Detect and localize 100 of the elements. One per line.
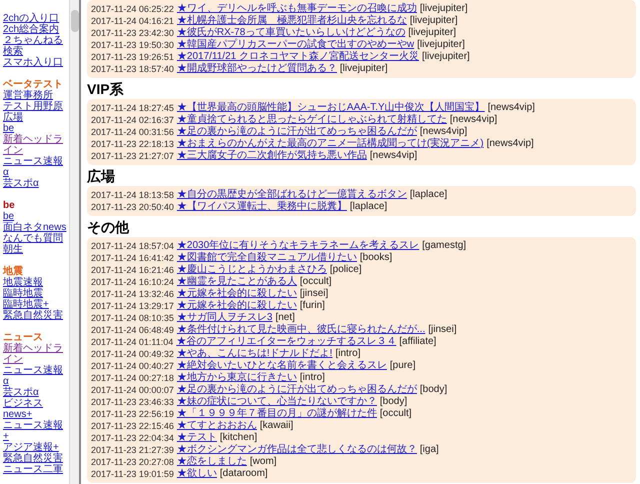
thread-link[interactable]: ★元嫁を社会的に殺したい: [176, 288, 297, 300]
sidebar-link[interactable]: 芸スポα: [3, 178, 68, 189]
board-name: [occult]: [380, 408, 412, 420]
thread-link[interactable]: ★ボクシングマンガ作品は全て悲しくなるのは何故？: [176, 444, 417, 456]
board-name: [laplace]: [410, 189, 448, 201]
sidebar-link[interactable]: 緊急自然災害: [3, 453, 68, 464]
sidebar-link[interactable]: なんでも質問: [3, 233, 68, 244]
thread-link[interactable]: ★テスト: [176, 432, 217, 444]
section-heading: VIP系: [87, 81, 125, 97]
thread-link[interactable]: ★妹の症状について、心当たりないですか？: [176, 396, 377, 408]
sidebar-link[interactable]: 2ch総合案内: [3, 24, 68, 35]
board-name: [iga]: [420, 444, 439, 456]
timestamp: 2017-11-24 00:40:27: [91, 360, 174, 372]
thread-link[interactable]: ★2017/11/21 クロネコヤマト森ノ宮配送センター火災: [176, 51, 419, 63]
thread-link[interactable]: ★幽霊を見たことがある人: [176, 276, 297, 288]
thread-link[interactable]: ★自分の黒歴史が全部ばれるけど一億貰えるボタン: [176, 189, 407, 201]
sidebar-link[interactable]: 臨時地震+: [3, 299, 68, 310]
timestamp: 2017-11-24 16:10:24: [91, 276, 174, 288]
timestamp: 2017-11-23 23:46:33: [91, 396, 174, 408]
thread-link[interactable]: ★【ワイパス運転士、乗務中に脱糞】: [176, 201, 347, 213]
timestamp: 2017-11-23 21:27:39: [91, 444, 174, 456]
sidebar-link[interactable]: 芸スポα: [3, 387, 68, 398]
board-name: [dataroom]: [220, 468, 268, 480]
sidebar-link[interactable]: ビジネスnews+: [3, 398, 68, 420]
sidebar-link[interactable]: ニュース速報α: [3, 156, 68, 178]
thread-link[interactable]: ★てすとおおおん: [176, 420, 257, 432]
thread-link[interactable]: ★足の裏から滝のように汗が出てめっちゃ困るんだが: [176, 384, 417, 396]
thread-link[interactable]: ★札幌弁護士会所属 極悪犯罪者杉山央を忘れるな: [176, 15, 407, 27]
scrollbar-thumb[interactable]: [70, 10, 78, 32]
sidebar-link[interactable]: be: [3, 123, 68, 134]
board-name: [kawaii]: [260, 420, 294, 432]
sidebar-link[interactable]: 朝生: [3, 244, 68, 255]
sidebar-link[interactable]: ニュース速報+: [3, 420, 68, 442]
timestamp: 2017-11-23 19:26:51: [91, 51, 174, 63]
board-name: [news4vip]: [450, 114, 498, 126]
sidebar-link[interactable]: 新着ヘッドライン: [3, 343, 68, 365]
sidebar-link[interactable]: be: [3, 211, 68, 222]
board-name: [affiliate]: [399, 336, 436, 348]
board-name: [livejupiter]: [410, 15, 458, 27]
board-name: [livejupiter]: [422, 51, 470, 63]
thread-link[interactable]: ★図書館で完全自殺マニュアル借りたい: [176, 252, 357, 264]
thread-link[interactable]: ★恋をしました: [176, 456, 247, 468]
sidebar-link[interactable]: テスト用野原: [3, 101, 68, 112]
timestamp: 2017-11-23 20:27:08: [91, 456, 174, 468]
sidebar-link[interactable]: 2chの入り口: [3, 13, 68, 24]
thread-link[interactable]: ★足の裏から滝のように汗が出てめっちゃ困るんだが: [176, 126, 417, 138]
thread-link[interactable]: ★欲しい: [176, 468, 217, 480]
thread-link[interactable]: ★2030年位に有りそうなキラキラネームを考えるスレ: [176, 240, 420, 252]
thread-link[interactable]: ★元嫁を社会的に殺したい: [176, 300, 297, 312]
thread-link[interactable]: ★彼氏がRX-78って車買いたいらしいけどどうなの: [176, 27, 406, 39]
timestamp: 2017-11-24 16:21:46: [91, 264, 174, 276]
sidebar-link[interactable]: アジア速報+: [3, 442, 68, 453]
sidebar-link[interactable]: 広場: [3, 112, 68, 123]
sidebar-link[interactable]: 新着ヘッドライン: [3, 134, 68, 156]
sidebar-link[interactable]: 運営事務所: [3, 90, 68, 101]
thread-link[interactable]: ★絶対会いたいひとな名前を書くと会えるスレ: [176, 360, 387, 372]
board-name: [furin]: [300, 300, 325, 312]
thread-link[interactable]: ★「１９９９年７番目の月」の謎が解けた件: [176, 408, 377, 420]
thread-link[interactable]: ★サガ同人ヲチスレ3: [176, 312, 272, 324]
timestamp: 2017-11-24 06:25:22: [91, 3, 174, 15]
thread-link[interactable]: ★谷のアフィリエイターをウォッチするスレ３４: [176, 336, 396, 348]
sidebar-link[interactable]: 地震速報: [3, 277, 68, 288]
board-name: [wom]: [250, 456, 277, 468]
thread-link[interactable]: ★開成野球部やったけど質問ある？: [176, 63, 337, 75]
thread-link[interactable]: ★おまえらのかんがえた最高のアニメ一話構成聞ってけ(実況アニメ): [176, 138, 484, 150]
board-name: [intro]: [335, 348, 360, 360]
timestamp: 2017-11-24 06:48:49: [91, 324, 174, 336]
board-name: [jinsei]: [428, 324, 457, 336]
thread-link[interactable]: ★【世界最高の頭脳性能】シューおじAAA-T.Y山中俊次【人間国宝】: [176, 102, 485, 114]
timestamp: 2017-11-23 20:50:40: [91, 201, 174, 213]
thread-link[interactable]: ★三大腐女子の二次創作が気持ち悪い作品: [176, 150, 367, 162]
thread-link[interactable]: ★条件付けられて見た映画中、彼氏に寝られたんだが...: [176, 324, 426, 336]
thread-link[interactable]: ★童貞捨てられると思ったらゲイにしゃぶられて射精してた: [176, 114, 447, 126]
sidebar-heading: ベータテスト: [3, 79, 64, 90]
thread-link[interactable]: ★韓国産パプリカスーパーの試食で出すのやめーやw: [176, 39, 414, 51]
section-heading: その他: [87, 219, 130, 235]
board-name: [pure]: [390, 360, 416, 372]
timestamp: 2017-11-24 18:13:58: [91, 189, 174, 201]
thread-link[interactable]: ★ワイ、デリヘルを呼ぶも無事デーモンの召喚に成功: [176, 3, 417, 15]
sidebar-link[interactable]: 臨時地震: [3, 288, 68, 299]
timestamp: 2017-11-24 18:27:45: [91, 102, 174, 114]
sidebar-link[interactable]: 面白ネタnews: [3, 222, 68, 233]
sidebar-link[interactable]: ニュース速報α: [3, 365, 68, 387]
timestamp: 2017-11-24 04:16:21: [91, 15, 174, 27]
thread-link[interactable]: ★地方から東京に行きたい: [176, 372, 297, 384]
sidebar-link[interactable]: スマホ入り口: [3, 57, 68, 68]
board-name: [jinsei]: [300, 288, 328, 300]
timestamp: 2017-11-23 22:15:46: [91, 420, 174, 432]
board-name: [news4vip]: [486, 138, 534, 150]
board-name: [gamestg]: [422, 240, 466, 252]
thread-link[interactable]: ★慶山こうじとようかわまさひろ: [176, 264, 327, 276]
board-name: [news4vip]: [420, 126, 468, 138]
thread-link[interactable]: ★やあ、こんにちは!ドナルドだよ!: [176, 348, 332, 360]
sidebar-link[interactable]: ニュース二軍: [3, 464, 68, 475]
board-name: [news4vip]: [370, 150, 418, 162]
scrollbar[interactable]: [69, 0, 79, 484]
sidebar-link[interactable]: ２ちゃんねる検索: [3, 35, 68, 57]
sidebar-heading: ニュース: [3, 332, 44, 343]
timestamp: 2017-11-23 18:57:40: [91, 63, 174, 75]
sidebar-link[interactable]: 緊急自然災害: [3, 310, 68, 321]
